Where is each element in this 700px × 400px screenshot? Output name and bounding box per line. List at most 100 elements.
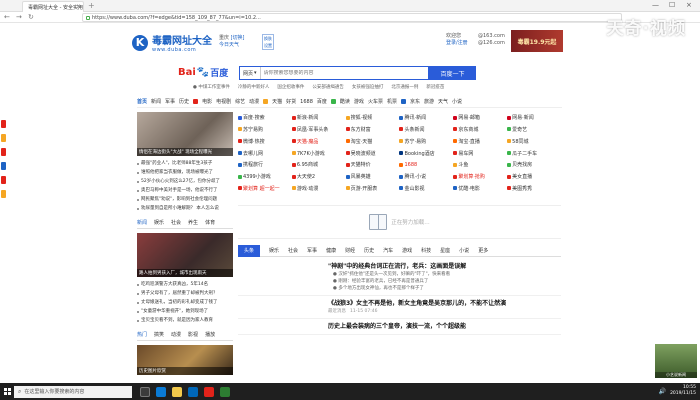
news-subtab[interactable]: 播放 <box>205 331 215 338</box>
site-link[interactable]: 58同城 <box>507 137 561 146</box>
site-link[interactable]: 去哪儿网 <box>238 148 292 157</box>
news-item[interactable]: 52岁小伙心火到这么27亿，包你分歧了 <box>137 177 233 186</box>
news-item[interactable]: 丈母娘送礼，当初的彩礼却变成了钱了 <box>137 298 233 307</box>
location-change-link[interactable]: [切换] <box>231 35 245 41</box>
nav-item[interactable]: 酷读 <box>340 98 350 105</box>
nav-item[interactable]: 电视剧 <box>216 98 231 105</box>
feed-tab[interactable]: 健康 <box>326 247 336 254</box>
site-link[interactable]: 7K7K小游戏 <box>291 148 346 157</box>
feed-tab[interactable]: 游戏 <box>402 247 412 254</box>
search-input[interactable] <box>260 70 428 76</box>
site-link[interactable]: 美图秀秀 <box>507 184 561 193</box>
nav-item[interactable]: 天猫 <box>272 98 282 105</box>
feed-title[interactable]: 历史上最会装病的三个皇帝，演技一流，个个超级能 <box>238 322 561 331</box>
site-link[interactable]: 天猫特价 <box>345 160 400 169</box>
site-link[interactable]: 携程旅行 <box>238 160 292 169</box>
site-link[interactable]: 风暴英雄 <box>345 172 400 181</box>
feed-subitem[interactable]: ● 刚刚：经验丰富的老兵，已经不再是普通兵了 <box>238 278 561 285</box>
change-skin-button[interactable]: 换肤 设置 <box>262 34 274 50</box>
feed-subitem[interactable]: ● 汉奸"抓住他"还是头一次见到，好嘛的"吓了"，快来看看 <box>238 271 561 278</box>
volume-icon[interactable]: 🔊 <box>659 388 666 395</box>
site-link[interactable]: 斗鱼 <box>453 160 507 169</box>
news-subtab[interactable]: 热门 <box>137 331 147 338</box>
app-icon[interactable] <box>0 120 6 128</box>
site-link[interactable]: 4399小游戏 <box>238 172 292 181</box>
feed-tab[interactable]: 头条 <box>238 244 261 257</box>
site-link[interactable]: 爱奇艺 <box>507 125 561 134</box>
forward-button[interactable]: → <box>16 13 22 21</box>
nav-item[interactable]: 好货 <box>286 98 296 105</box>
feed-tab[interactable]: 娱乐 <box>269 247 279 254</box>
nav-item[interactable]: 天气 <box>438 98 448 105</box>
news-subtab[interactable]: 新闻 <box>137 219 147 226</box>
app-icon[interactable] <box>0 148 6 156</box>
nav-item[interactable]: 新闻 <box>151 98 161 105</box>
news-item[interactable]: 奥巴马称中美对手是一场，他说不行了 <box>137 186 233 195</box>
nav-item[interactable]: 百度 <box>317 98 327 105</box>
store-icon[interactable] <box>188 386 198 397</box>
news-subtab[interactable]: 搞笑 <box>154 331 164 338</box>
site-link[interactable]: 百度·搜索 <box>238 113 292 122</box>
nav-item[interactable]: 小说 <box>452 98 462 105</box>
feed-item[interactable]: "神剧"中的经典台词正在流行，老兵：这画面是误解 ● 汉奸"抓住他"还是头一次见到… <box>238 262 561 296</box>
site-link[interactable]: 淘宝·直播 <box>453 137 507 146</box>
app-icon[interactable] <box>220 386 230 397</box>
site-link[interactable]: 游戏·动漫 <box>291 184 346 193</box>
site-link[interactable]: 聚划算 超一起一 <box>238 184 292 193</box>
news-item[interactable]: 最强"药业人"，比老师88年生3孩子 <box>137 159 233 168</box>
site-link[interactable]: 京东商城 <box>453 125 507 134</box>
url-field[interactable]: https://www.duba.com/?f=edge&tid=158_109… <box>82 13 622 22</box>
site-link[interactable]: 新浪·新闻 <box>291 113 346 122</box>
folder-icon[interactable] <box>172 386 182 397</box>
feed-tab[interactable]: 星座 <box>440 247 450 254</box>
duba-logo[interactable]: K 毒霸网址大全 www.duba.com <box>132 32 212 53</box>
site-link[interactable]: 易车网 <box>453 148 507 157</box>
news-item[interactable]: 谁照他把家当衣服做，现场被曝光了 <box>137 168 233 177</box>
mail-126-link[interactable]: @126.com <box>478 40 505 47</box>
site-link[interactable]: 金山影视 <box>399 184 453 193</box>
tab-close-icon[interactable]: × <box>76 3 81 10</box>
feed-tab[interactable]: 历史 <box>364 247 374 254</box>
nav-item[interactable]: 动漫 <box>249 98 259 105</box>
nav-item[interactable]: 1688 <box>300 99 313 105</box>
news-subtab[interactable]: 养生 <box>188 219 198 226</box>
site-link[interactable]: 腾讯·小说 <box>399 172 453 181</box>
app-icon[interactable] <box>0 190 6 198</box>
feed-item[interactable]: 《战狼3》女主不再是他，新女主角竟是吴京那儿的，不能不让然演 最近消息 11-15 … <box>238 299 561 319</box>
site-link[interactable]: 淘宝·天猫 <box>345 137 400 146</box>
news-item[interactable]: 劝尿量到自是所小难解期？ 本人怎么说 <box>137 204 233 213</box>
news-subtab[interactable]: 体育 <box>205 219 215 226</box>
feed-tab[interactable]: 汽车 <box>383 247 393 254</box>
news-subtab[interactable]: 影视 <box>188 331 198 338</box>
nav-item[interactable]: 电影 <box>202 98 212 105</box>
login-link[interactable]: 登录/注册 <box>446 40 468 47</box>
feed-tab[interactable]: 财经 <box>345 247 355 254</box>
feed-title[interactable]: "神剧"中的经典台词正在流行，老兵：这画面是误解 <box>238 262 561 271</box>
hot-search-link[interactable]: 国企招收事件 <box>277 84 304 90</box>
new-tab-button[interactable]: + <box>88 1 95 10</box>
taskbar-search[interactable]: ⌕ 在这里输入你要搜索的内容 <box>14 385 132 398</box>
nav-item[interactable]: 首页 <box>137 98 147 105</box>
news-item[interactable]: 宝贝宝贝看不到，就是因为家人教育 <box>137 316 233 325</box>
feed-tab[interactable]: 科技 <box>421 247 431 254</box>
maximize-button[interactable]: ☐ <box>669 1 675 9</box>
news-image-3[interactable]: 历史图片欣赏 <box>137 345 233 375</box>
hot-search-link[interactable]: 女孩被强迫抽打 <box>352 84 384 90</box>
hot-search-link[interactable]: 冷静的中新好人 <box>238 84 270 90</box>
news-image-2[interactable]: 路人拍到男孩入厂，城市出现雨天 <box>137 233 233 277</box>
back-button[interactable]: ← <box>4 13 10 21</box>
site-link[interactable]: 东方财富 <box>345 125 400 134</box>
app-icon[interactable] <box>0 176 6 184</box>
search-button[interactable]: 百度一下 <box>429 66 476 80</box>
site-link[interactable]: 凤凰·军事头条 <box>291 125 346 134</box>
baidu-logo[interactable]: Bai 🐾 百度 <box>178 66 228 79</box>
edge-icon[interactable] <box>156 386 166 397</box>
browser-tab[interactable]: 毒霸网址大全 - 安全实用 × <box>22 1 84 12</box>
news-item[interactable]: 吃鸡巡演警方大获真凶，5年14名 <box>137 280 233 289</box>
site-link[interactable]: 贝壳找房 <box>507 160 561 169</box>
feed-tab[interactable]: 军事 <box>307 247 317 254</box>
news-item[interactable]: 网民聚焦"劝说"，影响到社会伦理问题 <box>137 195 233 204</box>
news-subtab[interactable]: 动漫 <box>171 331 181 338</box>
site-link[interactable]: 聚划算·抢购 <box>453 172 507 181</box>
site-link[interactable]: 美女直播 <box>507 172 561 181</box>
